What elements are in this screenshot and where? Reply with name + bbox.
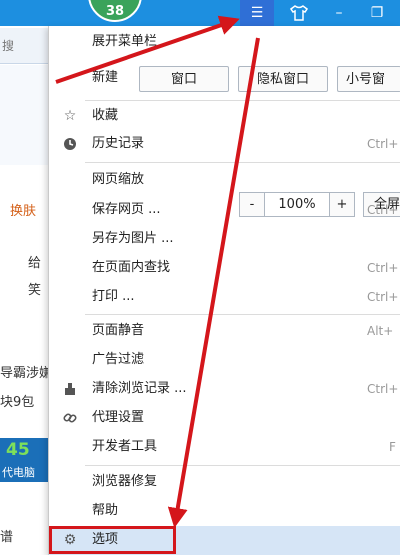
menu-item-label: 另存为图片 ... <box>92 231 174 246</box>
restore-icon[interactable]: ❐ <box>360 0 394 26</box>
menu-item-history[interactable]: 历史记录 Ctrl+ <box>49 130 400 158</box>
menu-item-shortcut: F <box>389 440 396 454</box>
menu-item-shortcut: Ctrl+ <box>367 137 399 151</box>
star-icon: ☆ <box>63 108 77 124</box>
link-icon <box>61 404 79 435</box>
menu-item-label: 帮助 <box>92 503 119 518</box>
menu-item-label: 清除浏览记录 ... <box>92 381 187 396</box>
background-text: 给 <box>28 256 42 271</box>
background-news-link[interactable]: 导霸涉嫌 <box>0 362 52 381</box>
menu-item-shortcut: Ctrl+ <box>367 261 399 275</box>
background-text: 笑 <box>28 283 42 298</box>
menu-item-label: 网页缩放 <box>92 172 145 187</box>
menu-item-shortcut: Ctrl+ <box>367 290 399 304</box>
menu-item-expand-menubar[interactable]: 展开菜单栏 <box>49 28 400 56</box>
new-small-window-button[interactable]: 小号窗 <box>337 66 400 92</box>
menu-item-print[interactable]: 打印 ... Ctrl+ <box>49 283 400 311</box>
menu-item-label: 页面静音 <box>92 323 145 338</box>
eraser-icon <box>61 375 79 406</box>
tshirt-icon[interactable] <box>282 0 316 26</box>
menu-item-save-page[interactable]: 保存网页 ... Ctrl+ <box>49 196 400 224</box>
menu-item-label: 保存网页 ... <box>92 202 161 217</box>
menu-item-label: 历史记录 <box>92 136 145 151</box>
menu-item-label: 展开菜单栏 <box>92 34 158 49</box>
menu-item-ad-filter[interactable]: 广告过滤 <box>49 346 400 374</box>
menu-item-save-as-image[interactable]: 另存为图片 ... <box>49 225 400 253</box>
menu-item-label: 在页面内查找 <box>92 260 171 275</box>
menu-item-find-in-page[interactable]: 在页面内查找 Ctrl+ <box>49 254 400 282</box>
menu-item-label: 浏览器修复 <box>92 474 158 489</box>
annotation-highlight-box <box>49 526 176 554</box>
menu-item-label: 新建 <box>92 70 119 85</box>
background-nav <box>0 65 48 165</box>
menu-item-clear-data[interactable]: 清除浏览记录 ... Ctrl+ <box>49 375 400 403</box>
menu-separator <box>85 162 400 163</box>
menu-item-shortcut: Ctrl+ <box>367 382 399 396</box>
notification-badge[interactable]: 38 <box>88 0 142 22</box>
background-news-link[interactable]: 块9包 <box>0 391 34 410</box>
background-text: 谱 <box>0 530 14 545</box>
ad-banner-text: 代电脑 <box>2 466 35 479</box>
menu-separator <box>85 100 400 101</box>
menu-item-label: 打印 ... <box>92 289 135 304</box>
menu-item-shortcut: Ctrl+ <box>367 203 399 217</box>
menu-item-help[interactable]: 帮助 <box>49 497 400 525</box>
ad-banner-number: 45 <box>6 440 30 460</box>
background-ad-banner[interactable]: 45 代电脑 <box>0 438 48 482</box>
background-skin-link[interactable]: 换肤 <box>10 200 36 219</box>
menu-item-proxy[interactable]: 代理设置 <box>49 404 400 432</box>
menu-item-label: 收藏 <box>92 108 119 123</box>
menu-item-label: 开发者工具 <box>92 439 158 454</box>
menu-item-browser-repair[interactable]: 浏览器修复 <box>49 468 400 496</box>
clock-icon <box>61 130 79 161</box>
menu-item-dev-tools[interactable]: 开发者工具 F <box>49 433 400 461</box>
new-window-button[interactable]: 窗口 <box>139 66 229 92</box>
menu-item-shortcut: Alt+ <box>367 324 394 338</box>
hamburger-icon[interactable]: ☰ <box>240 0 274 26</box>
browser-main-menu: 展开菜单栏 新建 窗口 隐私窗口 小号窗 ☆ 收藏 历史记录 Ctrl+ 网页缩… <box>48 26 400 555</box>
background-search-box[interactable]: 搜 <box>0 28 48 64</box>
menu-item-favorites[interactable]: ☆ 收藏 <box>49 102 400 130</box>
menu-item-label: 代理设置 <box>92 410 145 425</box>
menu-separator <box>85 465 400 466</box>
new-private-window-button[interactable]: 隐私窗口 <box>238 66 328 92</box>
minimize-icon[interactable]: – <box>322 0 356 26</box>
menu-item-label: 广告过滤 <box>92 352 145 367</box>
title-bar: 38 ☰ – ❐ <box>0 0 400 26</box>
menu-item-mute-page[interactable]: 页面静音 Alt+ <box>49 317 400 345</box>
menu-separator <box>85 314 400 315</box>
menu-row-zoom: 网页缩放 <box>49 166 400 194</box>
